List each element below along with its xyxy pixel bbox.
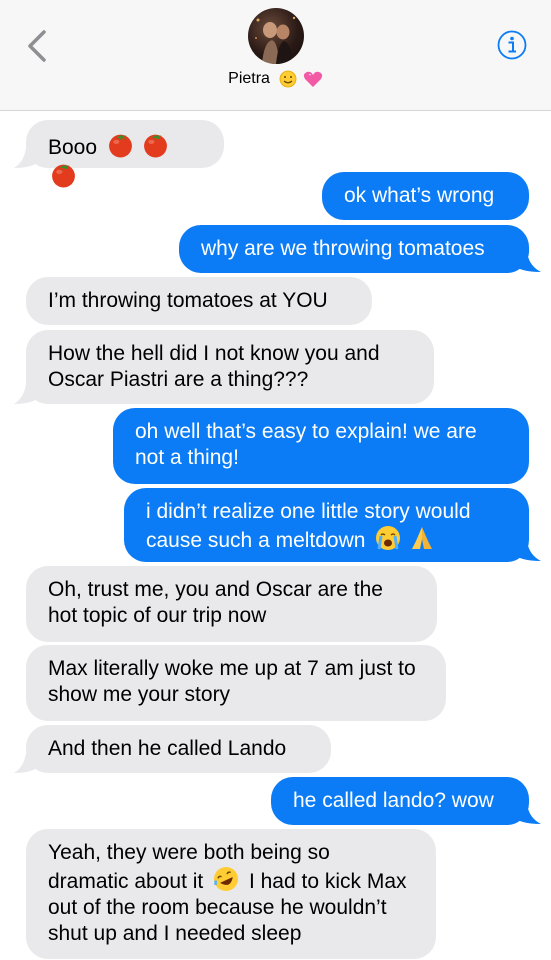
message-text: And then he called Lando <box>48 737 287 760</box>
message-bubble-incoming[interactable]: Oh, trust me, you and Oscar are the hot … <box>26 566 437 642</box>
message-bubble-outgoing[interactable]: why are we throwing tomatoes <box>179 225 529 273</box>
message-text: ok what’s wrong <box>344 184 495 207</box>
message-bubble-outgoing[interactable]: oh well that’s easy to explain! we are n… <box>113 408 529 484</box>
tomato-emoji-icon <box>50 161 77 188</box>
message-text: I’m throwing tomatoes at YOU <box>48 289 328 312</box>
message-text: Oh, trust me, you and Oscar are the hot … <box>48 578 383 627</box>
message-text: Booo <box>48 136 98 159</box>
info-icon[interactable] <box>497 30 527 60</box>
message-text: Max literally woke me up at 7 am just to… <box>48 657 416 706</box>
message-bubble-incoming[interactable]: Booo <box>26 120 224 168</box>
contact-name-row[interactable]: Pietra <box>0 70 551 88</box>
tomato-emoji-icon <box>142 131 169 158</box>
message-bubble-outgoing[interactable]: ok what’s wrong <box>322 172 529 220</box>
message-text: why are we throwing tomatoes <box>201 237 485 260</box>
message-bubble-incoming[interactable]: Max literally woke me up at 7 am just to… <box>26 645 446 721</box>
message-bubble-incoming[interactable]: And then he called Lando <box>26 725 331 773</box>
contact-name: Pietra <box>228 70 270 87</box>
message-text: oh well that’s easy to explain! we are n… <box>135 420 477 469</box>
rolling-laughing-emoji-icon <box>214 867 239 891</box>
message-bubble-incoming[interactable]: Yeah, they were both being so dramatic a… <box>26 829 436 959</box>
back-chevron-icon[interactable] <box>22 28 52 64</box>
message-bubble-outgoing[interactable]: he called lando? wow <box>271 777 529 825</box>
message-text: he called lando? wow <box>293 789 494 812</box>
message-text: How the hell did I not know you and Osca… <box>48 342 380 391</box>
message-bubble-incoming[interactable]: I’m throwing tomatoes at YOU <box>26 277 372 325</box>
bubble-tail <box>14 753 40 773</box>
bubble-tail <box>513 541 541 561</box>
bubble-tail <box>14 148 40 168</box>
tomato-emoji-icon <box>107 131 134 158</box>
avatar-photo <box>255 16 296 64</box>
praying-hands-emoji-icon <box>412 527 433 549</box>
bubble-tail <box>513 804 541 824</box>
message-bubble-incoming[interactable]: How the hell did I not know you and Osca… <box>26 330 434 404</box>
message-bubble-outgoing[interactable]: i didn’t realize one little story would … <box>124 488 529 562</box>
bubble-tail <box>14 384 40 404</box>
heart-emoji-icon <box>303 71 322 87</box>
conversation-header: Pietra <box>0 0 551 111</box>
crying-emoji-icon <box>376 526 401 550</box>
smile-emoji-icon <box>279 70 297 88</box>
contact-avatar[interactable] <box>248 8 304 64</box>
bubble-tail <box>513 252 541 272</box>
